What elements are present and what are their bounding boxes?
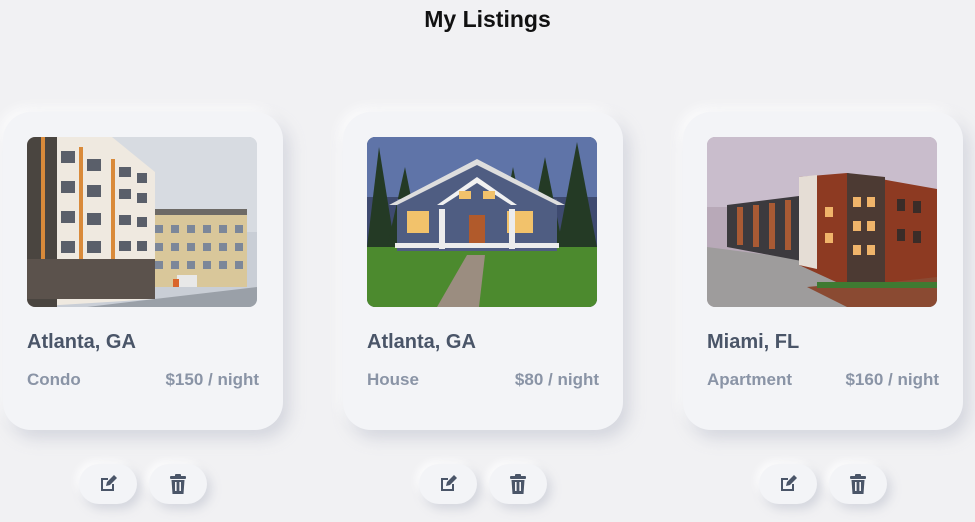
delete-button[interactable] xyxy=(829,464,887,504)
apartment-complex-photo xyxy=(707,137,937,307)
listing-city: Atlanta, GA xyxy=(27,331,136,353)
listing-item: Atlanta, GA Condo $150 / night xyxy=(3,112,283,504)
edit-icon xyxy=(98,474,118,494)
listing-card[interactable]: Atlanta, GA Condo $150 / night xyxy=(3,112,283,430)
listing-price: $160 / night xyxy=(845,370,939,389)
page-title: My Listings xyxy=(424,6,551,32)
condo-building-photo xyxy=(27,137,257,307)
listing-city: Miami, FL xyxy=(707,331,800,353)
listing-type: Apartment xyxy=(707,370,793,389)
listing-actions xyxy=(3,464,283,504)
listing-item: Miami, FL Apartment $160 / night xyxy=(683,112,963,504)
listing-meta: Condo $150 / night xyxy=(27,370,259,390)
delete-button[interactable] xyxy=(149,464,207,504)
listing-meta: Apartment $160 / night xyxy=(707,370,939,390)
listing-actions xyxy=(683,464,963,504)
edit-button[interactable] xyxy=(79,464,137,504)
trash-icon xyxy=(849,474,867,494)
listing-price: $150 / night xyxy=(165,370,259,389)
listing-type: House xyxy=(367,370,419,389)
listing-city: Atlanta, GA xyxy=(367,331,476,353)
edit-icon xyxy=(778,474,798,494)
delete-button[interactable] xyxy=(489,464,547,504)
listing-actions xyxy=(343,464,623,504)
listing-type: Condo xyxy=(27,370,81,389)
listing-card[interactable]: Miami, FL Apartment $160 / night xyxy=(683,112,963,430)
edit-button[interactable] xyxy=(759,464,817,504)
edit-button[interactable] xyxy=(419,464,477,504)
listing-card[interactable]: Atlanta, GA House $80 / night xyxy=(343,112,623,430)
listing-meta: House $80 / night xyxy=(367,370,599,390)
craftsman-house-photo xyxy=(367,137,597,307)
listing-item: Atlanta, GA House $80 / night xyxy=(343,112,623,504)
listing-price: $80 / night xyxy=(514,370,599,389)
trash-icon xyxy=(169,474,187,494)
trash-icon xyxy=(509,474,527,494)
edit-icon xyxy=(438,474,458,494)
